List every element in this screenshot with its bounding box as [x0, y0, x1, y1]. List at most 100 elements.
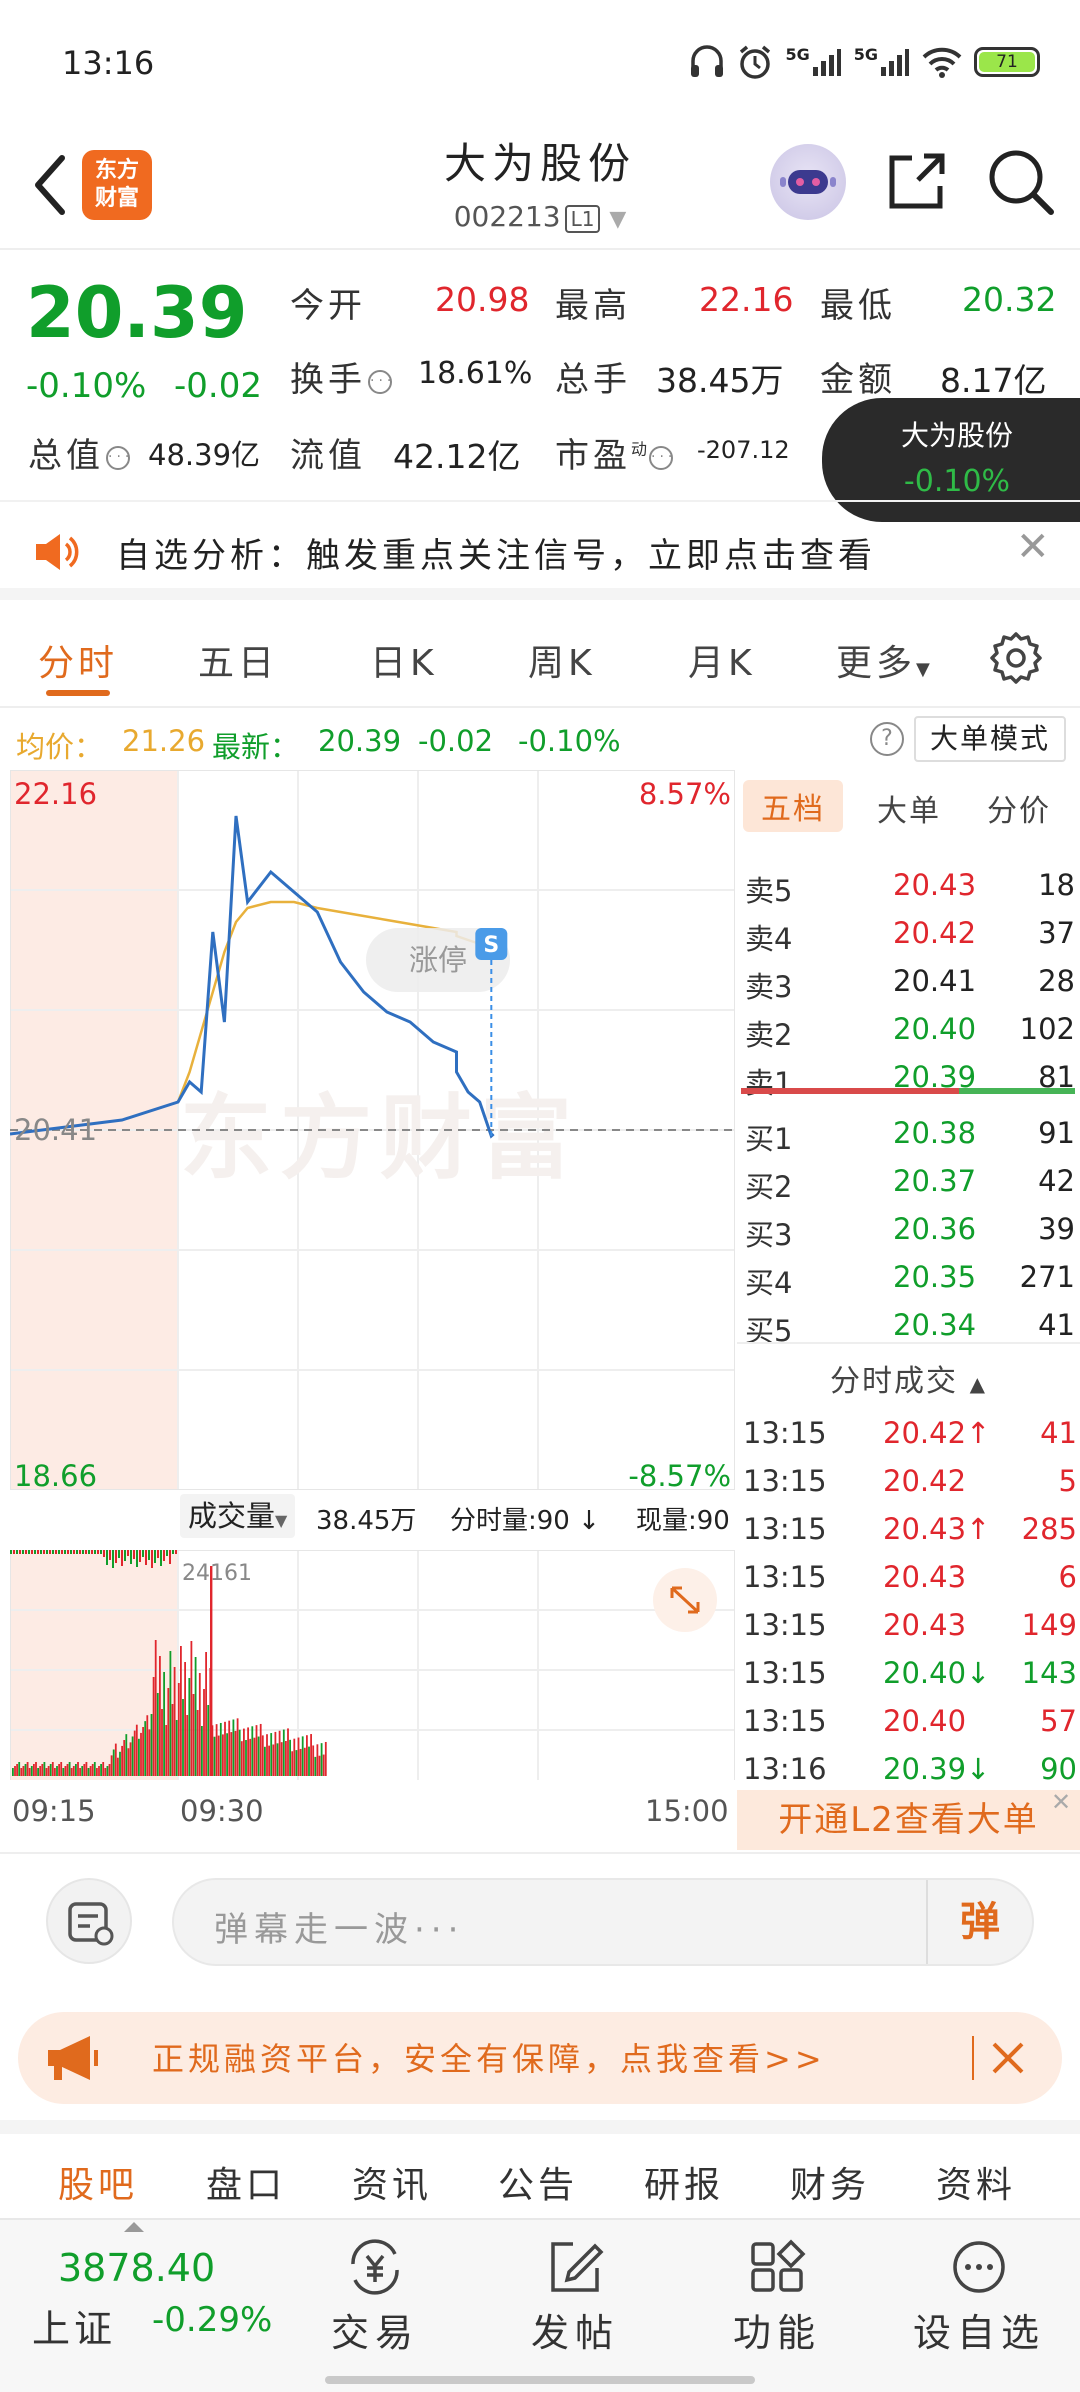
volume-bar	[318, 1755, 321, 1776]
volume-selector[interactable]: 成交量▼	[180, 1494, 296, 1538]
share-icon[interactable]	[884, 148, 950, 214]
auction-volume-bar	[76, 1550, 78, 1554]
tab-five-levels[interactable]: 五档	[743, 780, 843, 832]
tab-five-day[interactable]: 五日	[198, 634, 278, 686]
analysis-notice[interactable]: 自选分析：触发重点关注信号，立即点击查看 ✕	[0, 500, 1080, 600]
latest-value: 20.39	[318, 724, 402, 758]
volume-bar	[43, 1762, 46, 1776]
ask-row[interactable]: 卖5 20.43 18	[745, 862, 1075, 910]
tab-more[interactable]: 更多▼	[836, 634, 934, 686]
tab-finance[interactable]: 财务	[790, 2156, 870, 2208]
volume-bar	[135, 1724, 138, 1776]
trade-qty: 41	[1040, 1416, 1077, 1450]
close-icon[interactable]: ✕	[1016, 524, 1050, 570]
tab-intraday[interactable]: 分时	[38, 634, 118, 686]
tab-market[interactable]: 盘口	[206, 2156, 286, 2208]
tab-news[interactable]: 资讯	[352, 2156, 432, 2208]
bid-row[interactable]: 买1 20.38 91	[745, 1110, 1075, 1158]
ask-row[interactable]: 卖3 20.41 28	[745, 958, 1075, 1006]
volume-bar	[303, 1747, 306, 1776]
turnover-label[interactable]: 换手 ···	[290, 352, 392, 401]
volume-bar	[77, 1762, 79, 1776]
volume-bar	[222, 1734, 224, 1776]
volume-bar	[316, 1744, 319, 1776]
tab-weekly-k[interactable]: 周K	[528, 634, 596, 686]
danmaku-send-button[interactable]: 弹	[926, 1880, 1032, 1964]
nav-trade[interactable]: 交易	[310, 2238, 440, 2357]
tab-price-dist[interactable]: 分价	[987, 786, 1051, 830]
volume-bar	[226, 1733, 228, 1776]
volume-bar	[18, 1762, 21, 1776]
bid-row[interactable]: 买3 20.36 39	[745, 1206, 1075, 1254]
y-max-pct-label: 8.57%	[639, 777, 731, 811]
nav-post[interactable]: 发帖	[510, 2238, 640, 2357]
tab-research[interactable]: 研报	[644, 2156, 724, 2208]
index-value[interactable]: 3878.40	[58, 2246, 215, 2290]
bid-row[interactable]: 买2 20.37 42	[745, 1158, 1075, 1206]
danmaku-bar: 弹幕走一波··· 弹	[0, 1852, 1080, 1976]
volume-bar	[243, 1728, 245, 1776]
megaphone-icon	[48, 2036, 98, 2080]
volume-bar	[144, 1721, 147, 1776]
ask-row[interactable]: 卖2 20.40 102	[745, 1006, 1075, 1054]
nav-functions[interactable]: 功能	[712, 2238, 842, 2357]
price-chart[interactable]: 东方财富 涨停 S 22.16 8.57% 20.41 18.66 -8.57%	[10, 770, 735, 1490]
volume-bar	[186, 1715, 189, 1776]
assistant-avatar[interactable]	[770, 144, 846, 220]
tab-big-orders[interactable]: 大单	[877, 786, 941, 830]
search-icon[interactable]	[985, 146, 1055, 216]
close-icon[interactable]	[988, 2038, 1028, 2078]
volume-bar	[28, 1768, 31, 1776]
tab-daily-k[interactable]: 日K	[370, 634, 438, 686]
auction-volume-bar	[88, 1550, 90, 1554]
auction-volume-bar	[163, 1550, 165, 1561]
l2-upgrade-banner[interactable]: 开通L2查看大单	[737, 1790, 1080, 1850]
tick-volume: 分时量:90 ↓	[450, 1506, 600, 1536]
trade-time: 13:15	[743, 1704, 827, 1738]
volume-chart[interactable]: 24161	[10, 1550, 735, 1780]
close-icon[interactable]: ✕	[1051, 1788, 1071, 1816]
home-indicator[interactable]	[325, 2376, 755, 2384]
tab-announcements[interactable]: 公告	[498, 2156, 578, 2208]
intraday-chart[interactable]: 东方财富 涨停 S 22.16 8.57% 20.41 18.66 -8.57% 成交量▼ 3…	[10, 770, 735, 1850]
volume-bar	[259, 1723, 262, 1776]
tab-monthly-k[interactable]: 月K	[688, 634, 756, 686]
help-icon[interactable]: ?	[870, 722, 904, 756]
tab-forum[interactable]: 股吧	[58, 2156, 138, 2208]
pe-label[interactable]: 市盈动 ···	[555, 428, 674, 477]
volume-bar	[201, 1726, 203, 1776]
volume-bar	[22, 1766, 25, 1776]
volume-bar	[190, 1641, 193, 1776]
y-max-label: 22.16	[14, 777, 97, 811]
index-name[interactable]: 上证	[32, 2298, 116, 2353]
level-qty: 39	[1038, 1212, 1075, 1246]
index-percent[interactable]: -0.29%	[152, 2300, 272, 2340]
volume-bar	[196, 1710, 199, 1776]
volume-bar	[96, 1768, 98, 1776]
content-tabs: 股吧 盘口 资讯 公告 研报 财务 资料	[0, 2120, 1080, 2224]
trades-title[interactable]: 分时成交 ▲	[737, 1356, 1080, 1400]
bid-row[interactable]: 买4 20.35 271	[745, 1254, 1075, 1302]
auction-volume-bar	[106, 1550, 108, 1565]
gear-icon[interactable]	[988, 630, 1044, 686]
level-qty: 91	[1038, 1116, 1075, 1150]
nav-add-watchlist[interactable]: 设自选	[904, 2238, 1054, 2357]
volume-bar	[198, 1673, 201, 1776]
volume-bar	[56, 1766, 58, 1776]
latest-label: 最新：	[212, 730, 300, 764]
danmaku-input[interactable]: 弹幕走一波··· 弹	[172, 1878, 1034, 1966]
low-label: 最低	[820, 286, 896, 326]
volume-bar	[62, 1768, 65, 1776]
mktcap-label[interactable]: 总值 ···	[28, 428, 130, 477]
level-label: 买1	[745, 1122, 793, 1156]
volume-bar	[238, 1729, 241, 1776]
promo-banner[interactable]: 正规融资平台，安全有保障，点我查看>>	[18, 2012, 1062, 2104]
ask-row[interactable]: 卖1 20.39 81	[745, 1054, 1075, 1102]
network-type-2: 5G	[853, 44, 878, 64]
ask-row[interactable]: 卖4 20.42 37	[745, 910, 1075, 958]
tab-profile[interactable]: 资料	[936, 2156, 1016, 2208]
volume-bar	[301, 1736, 304, 1776]
big-order-mode-button[interactable]: 大单模式	[914, 716, 1067, 762]
danmaku-settings-icon[interactable]	[46, 1878, 132, 1964]
auction-volume-bar	[85, 1550, 87, 1554]
